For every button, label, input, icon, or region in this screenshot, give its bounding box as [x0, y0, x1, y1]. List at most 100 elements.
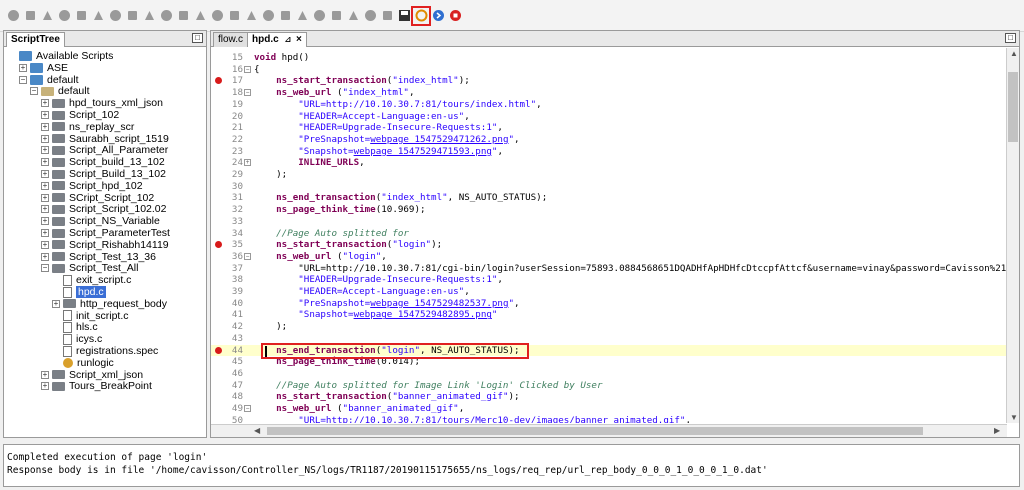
tree-item[interactable]: + Tours_BreakPoint [41, 380, 152, 392]
puzzle-icon[interactable] [210, 9, 224, 23]
fold-collapse-icon[interactable]: − [244, 65, 251, 73]
code-line[interactable]: 37 "URL=http://10.10.30.7:81/cgi-bin/log… [211, 263, 1007, 275]
floppy-icon[interactable] [397, 9, 411, 23]
expand-icon[interactable]: + [41, 229, 49, 237]
tree-item[interactable]: + Saurabh_script_1519 [41, 133, 169, 145]
circle-icon[interactable] [329, 9, 343, 23]
code-line[interactable]: 48 ns_start_transaction("banner_animated… [211, 391, 1007, 403]
dot-icon[interactable] [278, 9, 292, 23]
fold-expand-icon[interactable]: + [244, 159, 251, 167]
maximize-icon[interactable]: □ [192, 33, 203, 43]
pause-icon[interactable] [57, 9, 71, 23]
code-line[interactable]: 47 //Page Auto splitted for Image Link '… [211, 380, 1007, 392]
expand-icon[interactable]: + [41, 217, 49, 226]
gear-icon[interactable] [227, 9, 241, 23]
code-line[interactable]: 35 ns_start_transaction("login"); [211, 239, 1007, 251]
code-line[interactable]: 50 "URL=http://10.10.30.7:81/tours/Merc1… [211, 415, 1007, 423]
expand-icon[interactable]: + [41, 122, 49, 131]
code-line[interactable]: 34 //Page Auto splitted for [211, 228, 1007, 240]
tree-item[interactable]: + ASE [19, 62, 68, 74]
tree-item[interactable]: + ns_replay_scr [41, 121, 134, 133]
code-line[interactable]: 41 "Snapshot=webpage_1547529482895.png" [211, 309, 1007, 321]
code-line[interactable]: 19 "URL=http://10.10.30.7:81/tours/index… [211, 99, 1007, 111]
code-line[interactable]: 18− ns_web_url ("index_html", [211, 87, 1007, 99]
stop-red-icon[interactable] [448, 9, 462, 23]
comment-icon[interactable] [91, 9, 105, 23]
close-icon[interactable]: × [296, 34, 302, 45]
tree-item[interactable]: + http_request_body [52, 298, 167, 310]
tab-hpd-c[interactable]: hpd.c ⊿ × [247, 32, 307, 47]
maximize-icon[interactable]: □ [1005, 33, 1016, 43]
expand-icon[interactable]: + [41, 240, 49, 249]
fold-collapse-icon[interactable]: − [244, 89, 251, 97]
tree-item[interactable]: − default [30, 85, 90, 97]
code-line[interactable]: 20 "HEADER=Accept-Language:en-us", [211, 111, 1007, 123]
expand-icon[interactable]: + [41, 170, 49, 178]
tag-icon[interactable] [193, 9, 207, 23]
up-icon[interactable] [176, 9, 190, 23]
tree-item[interactable]: + Script_Test_13_36 [41, 251, 156, 263]
code-line[interactable]: 38 "HEADER=Upgrade-Insecure-Requests:1", [211, 274, 1007, 286]
code-line[interactable]: 46 [211, 368, 1007, 380]
tree-item[interactable]: + Script_ParameterTest [41, 227, 170, 239]
expand-icon[interactable]: + [41, 181, 49, 190]
code-line[interactable]: 23 "Snapshot=webpage_1547529471593.png", [211, 146, 1007, 158]
expand-icon[interactable]: + [41, 370, 49, 379]
box-icon[interactable] [312, 9, 326, 23]
code-line[interactable]: 40 "PreSnapshot=webpage_1547529482537.pn… [211, 298, 1007, 310]
tree-item[interactable]: hls.c [52, 321, 98, 333]
scroll-right-arrow-icon[interactable]: ▶ [994, 426, 1000, 435]
record-icon[interactable] [6, 9, 20, 23]
expand-icon[interactable]: + [52, 299, 60, 308]
doc2-icon[interactable] [295, 9, 309, 23]
list-icon[interactable] [74, 9, 88, 23]
grid-icon[interactable] [261, 9, 275, 23]
doc-icon[interactable] [125, 9, 139, 23]
code-line[interactable]: 33 [211, 216, 1007, 228]
note-icon[interactable] [108, 9, 122, 23]
tree-item[interactable]: icys.c [52, 333, 102, 345]
monitor-icon[interactable] [380, 9, 394, 23]
collapse-icon[interactable]: − [41, 264, 49, 273]
down-icon[interactable] [159, 9, 173, 23]
expand-icon[interactable]: + [41, 193, 49, 202]
tree-item[interactable]: + Script_Script_102.02 [41, 203, 166, 215]
scroll-down-arrow-icon[interactable]: ▼ [1010, 413, 1018, 422]
tree-item[interactable]: registrations.spec [52, 345, 158, 357]
code-line[interactable]: 42 ); [211, 321, 1007, 333]
code-line[interactable]: 21 "HEADER=Upgrade-Insecure-Requests:1", [211, 122, 1007, 134]
tree-item[interactable]: + Script_hpd_102 [41, 180, 143, 192]
tree-item[interactable]: + Script_NS_Variable [41, 215, 160, 227]
refresh-icon[interactable] [411, 5, 431, 26]
tree-item[interactable]: + Script_Build_13_102 [41, 168, 166, 180]
fold-collapse-icon[interactable]: − [244, 405, 251, 412]
tree-item[interactable]: + Script_102 [41, 109, 119, 121]
collapse-icon[interactable]: − [30, 87, 38, 96]
code-line[interactable]: 31 ns_end_transaction("index_html", NS_A… [211, 192, 1007, 204]
tree-item[interactable]: + Script_All_Parameter [41, 144, 168, 156]
expand-icon[interactable]: + [41, 252, 49, 261]
tree-item[interactable]: − Script_Test_All [41, 262, 138, 274]
scroll-left-arrow-icon[interactable]: ◀ [254, 426, 260, 435]
tree-item[interactable]: − default [19, 74, 79, 86]
tree-item[interactable]: Available Scripts [8, 50, 113, 62]
vertical-scroll-thumb[interactable] [1008, 72, 1018, 142]
code-editor[interactable]: 15 void hpd() 16−{17 ns_start_transaction(… [211, 48, 1007, 423]
fold-collapse-icon[interactable]: − [244, 252, 251, 260]
code-line[interactable]: 17 ns_start_transaction("index_html"); [211, 75, 1007, 87]
tree-item[interactable]: + Script_Rishabh14119 [41, 239, 169, 251]
tree-item[interactable]: + hpd_tours_xml_json [41, 97, 163, 109]
code-line[interactable]: 49− ns_web_url ("banner_animated_gif", [211, 403, 1007, 415]
horizontal-scrollbar[interactable]: ◀ ▶ [211, 424, 1007, 437]
expand-icon[interactable]: + [41, 382, 49, 391]
play-icon[interactable] [40, 9, 54, 23]
stop-icon[interactable] [23, 9, 37, 23]
tree-item[interactable]: exit_script.c [52, 274, 131, 286]
tree-item[interactable]: + SCript_Script_102 [41, 192, 154, 204]
image-icon[interactable] [244, 9, 258, 23]
expand-icon[interactable]: + [41, 158, 49, 167]
pdf-icon[interactable] [346, 9, 360, 23]
code-line[interactable]: 15 void hpd() [211, 52, 1007, 64]
expand-icon[interactable]: + [41, 111, 49, 119]
save-icon[interactable] [142, 9, 156, 23]
